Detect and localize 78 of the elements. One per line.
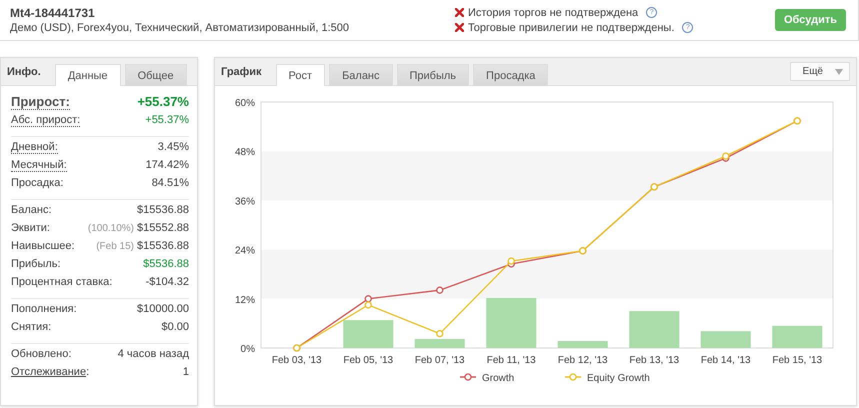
more-dropdown[interactable]: Ещё <box>790 62 850 81</box>
legend-label: Equity Growth <box>587 373 650 384</box>
stat-value: $15536.88 <box>137 204 189 216</box>
tab[interactable]: Рост <box>276 64 326 86</box>
tab[interactable]: Общее <box>124 64 187 86</box>
account-subtitle: Демо (USD), Forex4you, Технический, Автоматизированный, 1:500 <box>10 22 350 34</box>
tab[interactable]: Просадка <box>473 64 548 86</box>
stat-value: $0.00 <box>161 321 189 333</box>
tracking-link[interactable]: Отслеживание <box>11 366 86 378</box>
panel-title: График <box>221 66 262 78</box>
stat-value: +55.37% <box>137 94 189 109</box>
axis-label: 36% <box>234 196 255 208</box>
axis-label: 60% <box>234 98 255 109</box>
bar <box>700 331 751 348</box>
stat-note: (100.10%) <box>88 223 134 234</box>
axis-label: 24% <box>234 246 255 257</box>
stat-label: Прибыль: <box>11 258 61 270</box>
legend-label: Growth <box>482 373 514 384</box>
point <box>722 152 730 160</box>
panel-title: Инфо. <box>7 66 41 78</box>
bar <box>558 341 608 348</box>
axis-label: Feb 13, '13 <box>629 355 680 366</box>
stat-label: Месячный: <box>11 159 67 172</box>
bar <box>343 320 394 348</box>
stat-value: +55.37% <box>145 114 189 126</box>
stat-label: Отслеживание: <box>11 366 90 378</box>
legend-marker <box>460 373 476 381</box>
stat-label: Снятия: <box>11 321 52 333</box>
stat-label: Абс. прирост: <box>11 114 80 127</box>
stat-value: $5536.88 <box>143 258 189 270</box>
stat-label: Процентная ставка: <box>11 276 112 288</box>
axis-label: Feb 12, '13 <box>558 355 608 366</box>
tab[interactable]: Баланс <box>329 64 393 86</box>
stat-note: (Feb 15) <box>96 241 134 252</box>
axis-label: Feb 03, '13 <box>272 355 322 366</box>
warning-text: История торгов не подтверждена <box>468 6 638 18</box>
axis-label: Feb 11, '13 <box>486 355 536 366</box>
bar <box>486 298 536 348</box>
point <box>436 330 444 338</box>
bar <box>414 338 465 348</box>
stat-label: Баланс: <box>11 204 52 216</box>
axis-label: 48% <box>234 147 255 158</box>
stat-label: Пополнения: <box>11 303 77 315</box>
point <box>436 286 444 294</box>
stat-label: Просадка: <box>11 177 64 189</box>
tab[interactable]: Прибыль <box>396 64 470 86</box>
axis-label: 12% <box>234 294 255 306</box>
stat-label: Прирост: <box>11 94 70 110</box>
stat-value: $10000.00 <box>137 303 189 315</box>
stat-value: 4 часов назад <box>118 348 189 360</box>
caret-icon <box>835 68 843 74</box>
point <box>508 257 515 265</box>
account-title: Mt4-184441731 <box>10 6 96 20</box>
cross-icon <box>454 23 464 32</box>
stat-label: Наивысшее: <box>11 240 75 252</box>
axis-label: Feb 14, '13 <box>700 355 751 366</box>
tab[interactable]: Данные <box>54 64 121 86</box>
stat-value: 3.45% <box>158 141 189 153</box>
stat-value: -$104.32 <box>146 276 189 288</box>
stat-value: $15552.88 <box>137 222 189 234</box>
stat-value: 1 <box>182 366 189 378</box>
axis-label: Feb 05, '13 <box>343 355 394 366</box>
legend-marker <box>565 373 581 381</box>
stat-label: Дневной: <box>11 141 58 154</box>
cross-icon <box>454 8 464 17</box>
axis-label: Feb 07, '13 <box>414 355 465 366</box>
bar <box>772 326 822 348</box>
stat-label: Обновлено: <box>11 348 72 360</box>
point <box>364 301 372 309</box>
bar <box>629 311 680 348</box>
stat-value: $15536.88 <box>137 240 189 252</box>
axis-label: Feb 15, '13 <box>772 355 822 366</box>
stat-label: Эквити: <box>11 222 50 234</box>
point <box>364 295 372 302</box>
axis-label: 0% <box>240 344 255 355</box>
stat-value: 174.42% <box>146 159 189 171</box>
stat-value: 84.51% <box>152 177 189 189</box>
warning-text: Торговые привилегии не подтверждены. <box>468 22 674 34</box>
